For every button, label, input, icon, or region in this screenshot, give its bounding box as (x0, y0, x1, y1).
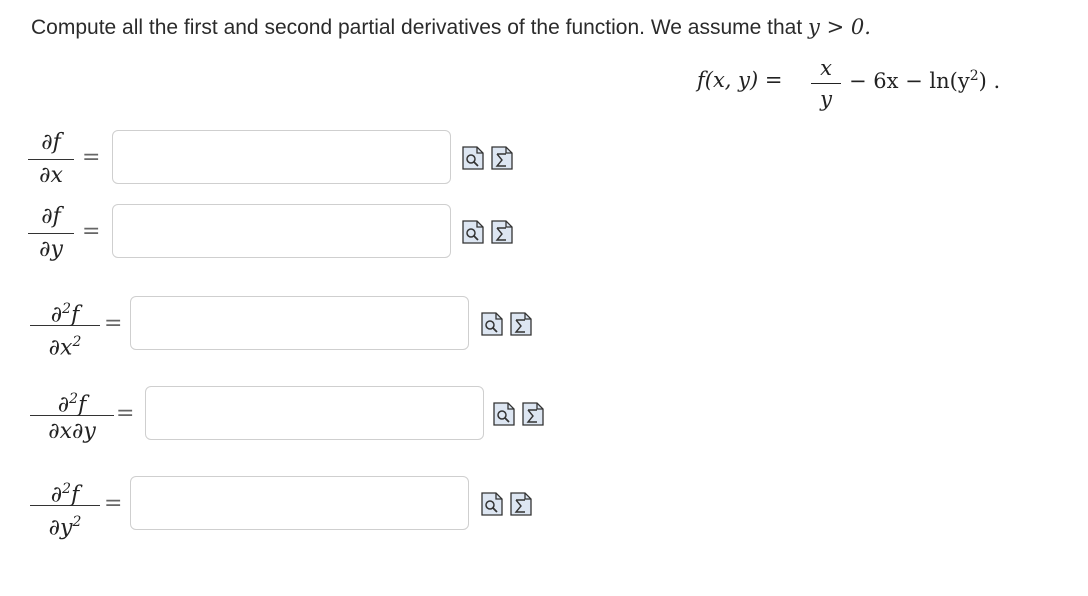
numerator-function: f (71, 482, 80, 508)
derivative-label: ∂2f ∂y2 (30, 474, 100, 541)
derivative-numerator: ∂2f (30, 294, 100, 328)
numerator-main: ∂ (57, 392, 70, 418)
derivative-numerator: ∂2f (30, 474, 100, 508)
function-fraction: x y (809, 55, 843, 112)
denominator-main: ∂y (48, 515, 73, 541)
equation-editor-icon[interactable] (510, 492, 532, 516)
derivative-denominator: ∂y (28, 235, 74, 265)
numerator-exponent: 2 (62, 481, 72, 497)
derivative-numerator: ∂2f (30, 384, 114, 418)
answer-input[interactable] (145, 386, 484, 440)
derivative-fraction-bar (30, 505, 100, 507)
derivative-numerator: ∂f (28, 202, 74, 232)
preview-icon[interactable] (493, 402, 515, 426)
derivative-fraction-bar (30, 415, 114, 417)
equation-editor-icon[interactable] (510, 312, 532, 336)
preview-icon[interactable] (481, 312, 503, 336)
preview-icon[interactable] (462, 220, 484, 244)
equals-sign: = (82, 219, 101, 244)
derivative-row: ∂2f ∂x2 = (0, 294, 1088, 364)
answer-input[interactable] (130, 476, 469, 530)
derivative-label: ∂f ∂y (28, 202, 74, 265)
equals-sign: = (82, 145, 101, 170)
fraction-numerator: x (820, 56, 832, 80)
derivative-row: ∂2f ∂x∂y = (0, 384, 1088, 454)
preview-icon[interactable] (462, 146, 484, 170)
equation-editor-icon[interactable] (522, 402, 544, 426)
fraction-bar (811, 83, 841, 85)
derivative-denominator: ∂x2 (30, 327, 100, 360)
equals-sign: = (116, 401, 135, 426)
numerator-main: ∂f (41, 204, 61, 229)
function-lhs: f(x, y) = (697, 68, 783, 92)
derivative-row: ∂f ∂x = (0, 128, 1088, 198)
derivative-label: ∂2f ∂x∂y (30, 384, 114, 447)
equation-editor-icon[interactable] (491, 146, 513, 170)
derivative-denominator: ∂x∂y (30, 417, 114, 447)
derivative-fraction-bar (30, 325, 100, 327)
function-rhs-a: − 6x − ln(y (849, 69, 970, 93)
numerator-exponent: 2 (69, 391, 79, 407)
numerator-exponent: 2 (62, 301, 72, 317)
derivative-denominator: ∂y2 (30, 507, 100, 540)
numerator-main: ∂f (41, 130, 61, 155)
fraction-denominator: y (820, 87, 832, 112)
function-rhs: − 6x − ln(y2) . (849, 68, 1000, 93)
numerator-function: f (71, 302, 80, 328)
denominator-main: ∂x (39, 163, 63, 189)
derivative-denominator: ∂x (28, 161, 74, 191)
denominator-exponent: 2 (72, 334, 82, 351)
function-rhs-b: ) . (978, 69, 1001, 93)
denominator-exponent: 2 (72, 514, 82, 531)
derivative-row: ∂2f ∂y2 = (0, 474, 1088, 544)
equals-sign: = (104, 491, 123, 516)
function-definition: f(x, y) = x y − 6x − ln(y2) . (697, 55, 1057, 125)
numerator-main: ∂ (50, 302, 63, 328)
numerator-function: f (78, 392, 87, 418)
derivative-fraction-bar (28, 233, 74, 235)
preview-icon[interactable] (481, 492, 503, 516)
prompt-text: Compute all the first and second partial… (31, 16, 809, 39)
prompt-condition: y > 0. (808, 15, 871, 39)
answer-input[interactable] (130, 296, 469, 350)
denominator-main: ∂x (48, 335, 73, 361)
denominator-main: ∂x∂y (48, 419, 96, 445)
equals-sign: = (104, 311, 123, 336)
denominator-main: ∂y (39, 237, 63, 263)
function-rhs-exponent: 2 (969, 68, 979, 84)
derivative-label: ∂f ∂x (28, 128, 74, 191)
answer-input[interactable] (112, 204, 451, 258)
numerator-main: ∂ (50, 482, 63, 508)
equation-editor-icon[interactable] (491, 220, 513, 244)
derivative-fraction-bar (28, 159, 74, 161)
question-prompt: Compute all the first and second partial… (31, 15, 871, 40)
derivative-numerator: ∂f (28, 128, 74, 158)
derivative-row: ∂f ∂y = (0, 202, 1088, 272)
answer-input[interactable] (112, 130, 451, 184)
derivative-label: ∂2f ∂x2 (30, 294, 100, 361)
